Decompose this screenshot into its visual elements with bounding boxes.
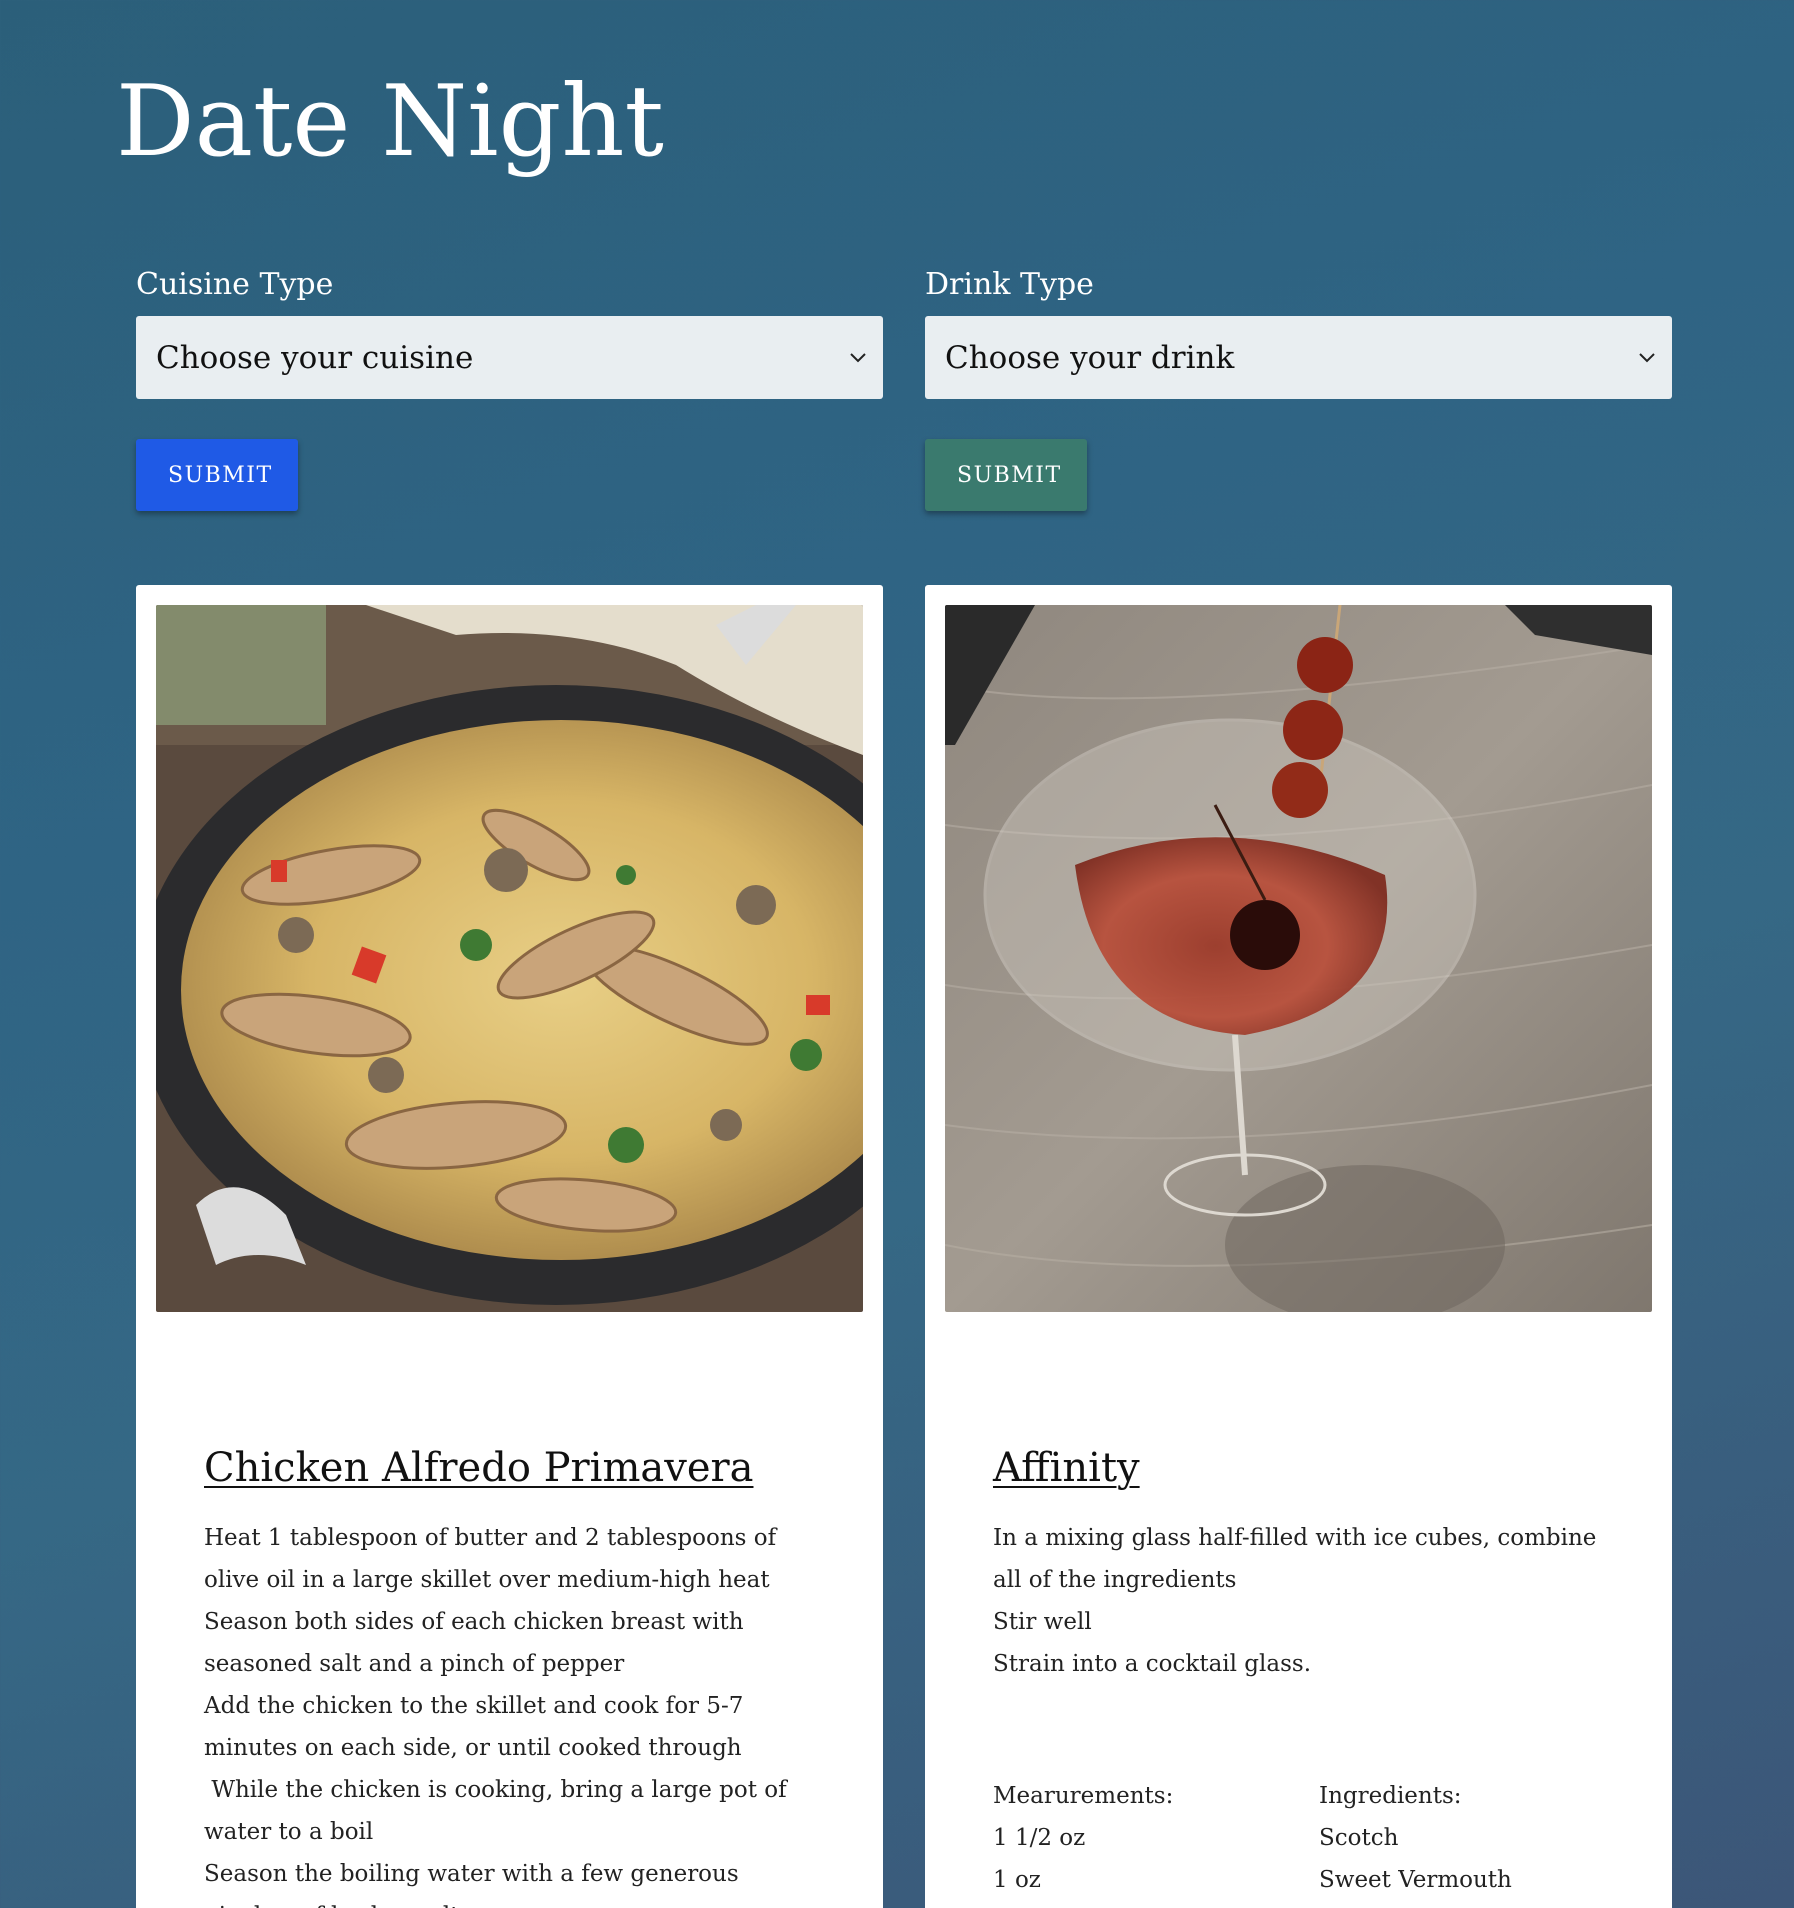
cuisine-form: Cuisine Type Choose your cuisine SUBMIT: [136, 262, 883, 511]
drink-card: Affinity In a mixing glass half-filled w…: [925, 585, 1672, 1908]
measurement-item: 1 oz: [993, 1867, 1041, 1893]
drink-submit-button[interactable]: SUBMIT: [925, 439, 1087, 511]
cocktail-glass-photo: [945, 605, 1652, 1312]
recipe-card: Chicken Alfredo Primavera Heat 1 tablesp…: [136, 585, 883, 1908]
measurements-header: Mearurements:: [993, 1783, 1174, 1809]
drink-type-label: Drink Type: [925, 267, 1094, 302]
instruction-step: Stir well: [993, 1609, 1092, 1635]
instruction-step: Strain into a cocktail glass.: [993, 1651, 1312, 1677]
pasta-skillet-photo: [156, 605, 863, 1312]
recipe-title-link[interactable]: Chicken Alfredo Primavera: [204, 1442, 753, 1494]
ingredients-column: Ingredients: Scotch Sweet Vermouth: [1319, 1775, 1512, 1901]
measurements-column: Mearurements: 1 1/2 oz 1 oz: [993, 1775, 1173, 1901]
drink-select[interactable]: Choose your drink: [925, 316, 1672, 399]
instruction-step: While the chicken is cooking, bring a la…: [204, 1777, 794, 1845]
chevron-down-icon: [1639, 353, 1655, 363]
recipe-instructions: Heat 1 tablespoon of butter and 2 tables…: [204, 1517, 824, 1908]
measurement-item: 1 1/2 oz: [993, 1825, 1086, 1851]
drink-form: Drink Type Choose your drink SUBMIT: [925, 262, 1672, 511]
ingredients-header: Ingredients:: [1319, 1783, 1462, 1809]
page-title: Date Night: [116, 65, 664, 179]
instruction-step: Season the boiling water with a few gene…: [204, 1861, 739, 1908]
instruction-step: In a mixing glass half-filled with ice c…: [993, 1525, 1604, 1593]
instruction-step: Add the chicken to the skillet and cook …: [204, 1693, 751, 1761]
ingredient-item: Sweet Vermouth: [1319, 1867, 1512, 1893]
drink-title-link[interactable]: Affinity: [993, 1442, 1140, 1494]
cuisine-type-label: Cuisine Type: [136, 267, 334, 302]
cuisine-submit-button[interactable]: SUBMIT: [136, 439, 298, 511]
drink-select-value: Choose your drink: [945, 339, 1235, 376]
instruction-step: Heat 1 tablespoon of butter and 2 tables…: [204, 1525, 784, 1593]
chevron-down-icon: [850, 353, 866, 363]
ingredient-item: Scotch: [1319, 1825, 1399, 1851]
instruction-step: Season both sides of each chicken breast…: [204, 1609, 751, 1677]
cuisine-select[interactable]: Choose your cuisine: [136, 316, 883, 399]
drink-instructions: In a mixing glass half-filled with ice c…: [993, 1517, 1613, 1685]
cuisine-select-value: Choose your cuisine: [156, 339, 474, 376]
